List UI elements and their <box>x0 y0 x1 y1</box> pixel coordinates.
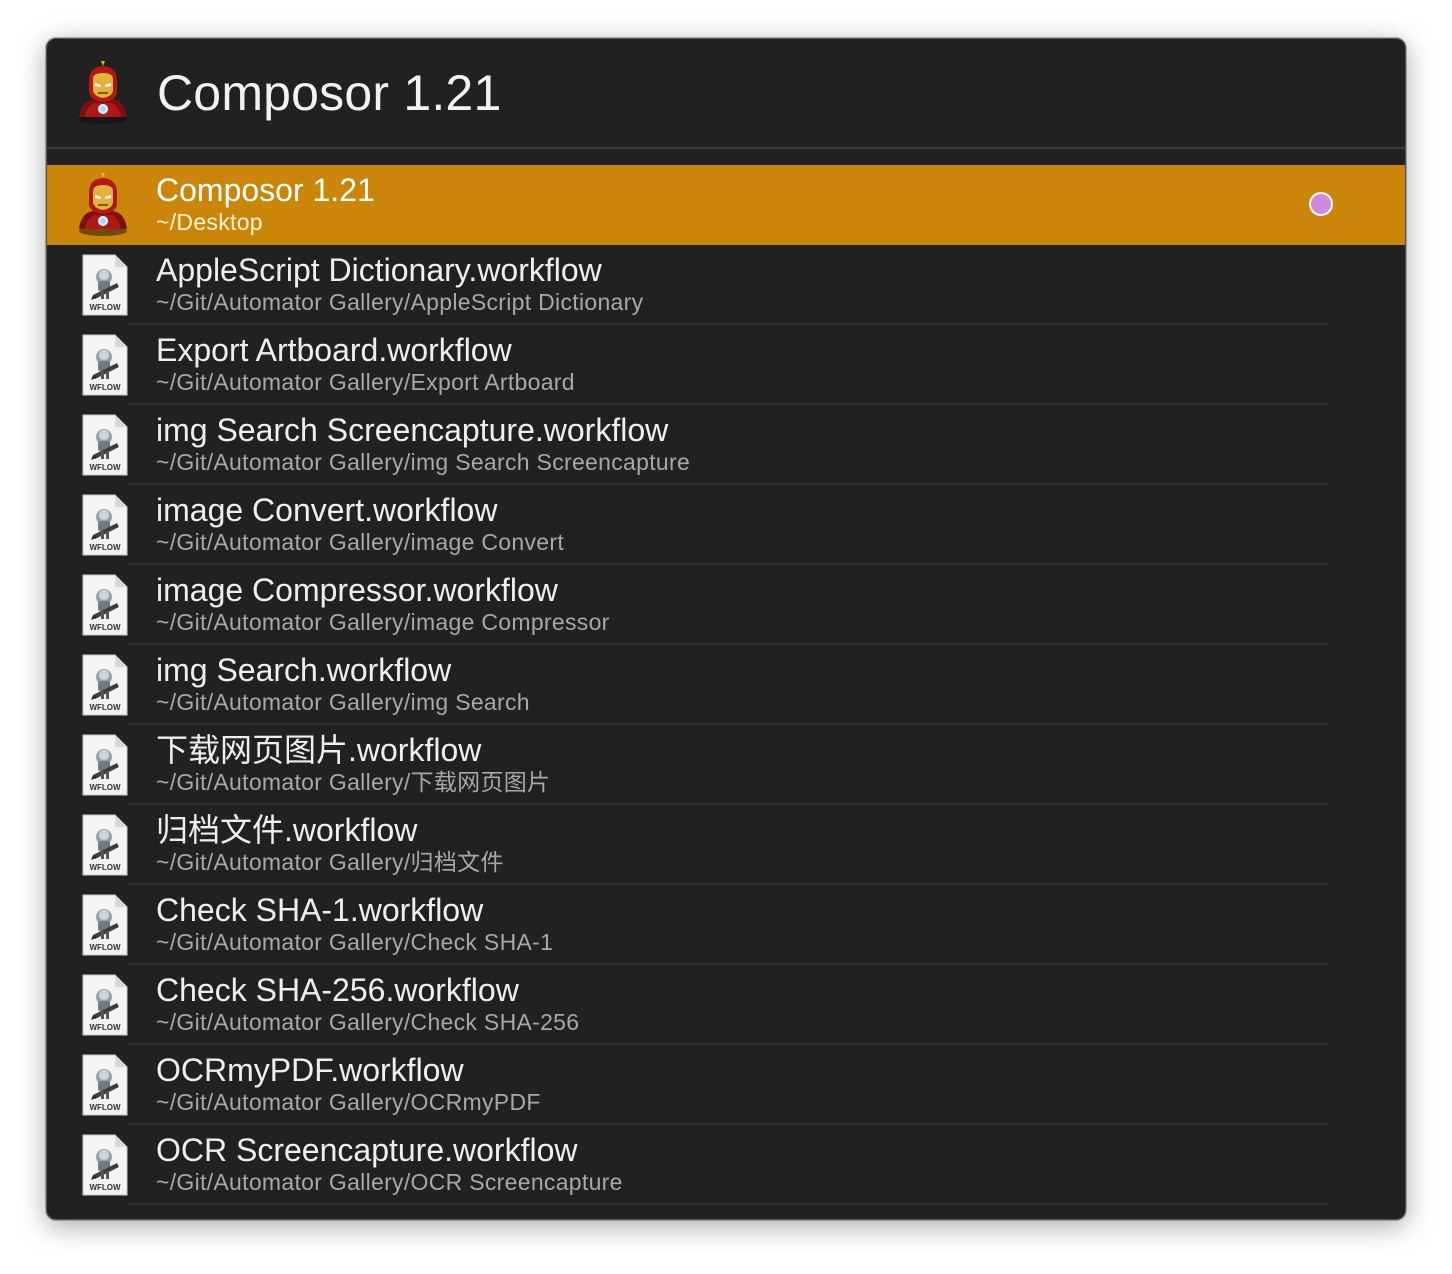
color-tag-dot <box>1309 192 1333 216</box>
workflow-file-icon: WFLOW <box>71 973 135 1037</box>
svg-text:WFLOW: WFLOW <box>89 863 121 872</box>
search-input[interactable]: Composor 1.21 <box>157 63 501 123</box>
result-path: ~/Git/Automator Gallery/Export Artboard <box>156 369 575 395</box>
result-path: ~/Git/Automator Gallery/Check SHA-256 <box>156 1009 580 1035</box>
result-title: OCR Screencapture.workflow <box>156 1132 578 1168</box>
workflow-file-icon: WFLOW <box>71 733 135 797</box>
svg-text:WFLOW: WFLOW <box>89 943 121 952</box>
workflow-file-icon: WFLOW <box>71 333 135 397</box>
result-title: AppleScript Dictionary.workflow <box>156 252 602 288</box>
result-path: ~/Git/Automator Gallery/image Convert <box>156 529 565 555</box>
result-row[interactable]: WFLOW OCR Screencapture.workflow ~/Git/Au… <box>47 1125 1405 1205</box>
result-title: image Compressor.workflow <box>156 572 558 608</box>
result-path: ~/Git/Automator Gallery/OCRmyPDF <box>156 1089 541 1115</box>
result-title: Check SHA-256.workflow <box>156 972 519 1008</box>
row-separator <box>129 1203 1327 1205</box>
result-title: OCRmyPDF.workflow <box>156 1052 464 1088</box>
workflow-file-icon: WFLOW <box>71 573 135 637</box>
result-path: ~/Git/Automator Gallery/img Search <box>156 689 530 715</box>
result-row[interactable]: WFLOW img Search Screencapture.workflow ~… <box>47 405 1405 485</box>
result-path: ~/Git/Automator Gallery/Check SHA-1 <box>156 929 554 955</box>
result-row[interactable]: WFLOW AppleScript Dictionary.workflow ~/G… <box>47 245 1405 325</box>
svg-text:WFLOW: WFLOW <box>89 303 121 312</box>
svg-text:WFLOW: WFLOW <box>89 543 121 552</box>
svg-text:WFLOW: WFLOW <box>89 783 121 792</box>
workflow-file-icon: WFLOW <box>71 1133 135 1197</box>
result-title: Composor 1.21 <box>156 172 375 208</box>
result-row[interactable]: WFLOW image Convert.workflow ~/Git/Automa… <box>47 485 1405 565</box>
result-row[interactable]: WFLOW img Search.workflow ~/Git/Automator… <box>47 645 1405 725</box>
workflow-file-icon: WFLOW <box>71 413 135 477</box>
result-path: ~/Git/Automator Gallery/下载网页图片 <box>156 769 551 795</box>
result-title: img Search Screencapture.workflow <box>156 412 669 448</box>
workflow-file-icon: WFLOW <box>71 253 135 317</box>
svg-text:WFLOW: WFLOW <box>89 1103 121 1112</box>
divider <box>47 147 1405 149</box>
result-title: Check SHA-1.workflow <box>156 892 484 928</box>
svg-text:WFLOW: WFLOW <box>89 1183 121 1192</box>
workflow-file-icon: WFLOW <box>71 493 135 557</box>
result-path: ~/Git/Automator Gallery/归档文件 <box>156 849 504 875</box>
iron-man-app-icon <box>71 61 135 125</box>
svg-text:WFLOW: WFLOW <box>89 1023 121 1032</box>
result-path: ~/Desktop <box>156 209 263 235</box>
result-row[interactable]: Composor 1.21 ~/Desktop <box>47 165 1405 245</box>
result-row[interactable]: WFLOW 下载网页图片.workflow ~/Git/Automator Gal… <box>47 725 1405 805</box>
result-title: 下载网页图片.workflow <box>156 732 482 768</box>
result-path: ~/Git/Automator Gallery/image Compressor <box>156 609 610 635</box>
results-list: Composor 1.21 ~/Desktop WFLOW AppleScript… <box>47 165 1405 1205</box>
result-row[interactable]: WFLOW image Compressor.workflow ~/Git/Aut… <box>47 565 1405 645</box>
result-row[interactable]: WFLOW Check SHA-256.workflow ~/Git/Automa… <box>47 965 1405 1045</box>
workflow-file-icon: WFLOW <box>71 813 135 877</box>
workflow-file-icon: WFLOW <box>71 653 135 717</box>
svg-text:WFLOW: WFLOW <box>89 623 121 632</box>
iron-man-app-icon <box>71 173 135 237</box>
launcher-window: Composor 1.21 Composor 1.21 ~/Desktop WFL… <box>46 38 1406 1220</box>
result-row[interactable]: WFLOW Check SHA-1.workflow ~/Git/Automato… <box>47 885 1405 965</box>
result-title: Export Artboard.workflow <box>156 332 512 368</box>
svg-text:WFLOW: WFLOW <box>89 383 121 392</box>
workflow-file-icon: WFLOW <box>71 1053 135 1117</box>
svg-text:WFLOW: WFLOW <box>89 703 121 712</box>
workflow-file-icon: WFLOW <box>71 893 135 957</box>
result-row[interactable]: WFLOW 归档文件.workflow ~/Git/Automator Galle… <box>47 805 1405 885</box>
svg-text:WFLOW: WFLOW <box>89 463 121 472</box>
result-path: ~/Git/Automator Gallery/OCR Screencaptur… <box>156 1169 623 1195</box>
result-title: image Convert.workflow <box>156 492 498 528</box>
search-bar[interactable]: Composor 1.21 <box>47 39 1405 147</box>
result-path: ~/Git/Automator Gallery/img Search Scree… <box>156 449 691 475</box>
result-path: ~/Git/Automator Gallery/AppleScript Dict… <box>156 289 644 315</box>
result-row[interactable]: WFLOW OCRmyPDF.workflow ~/Git/Automator G… <box>47 1045 1405 1125</box>
result-title: img Search.workflow <box>156 652 452 688</box>
result-title: 归档文件.workflow <box>156 812 418 848</box>
result-row[interactable]: WFLOW Export Artboard.workflow ~/Git/Auto… <box>47 325 1405 405</box>
